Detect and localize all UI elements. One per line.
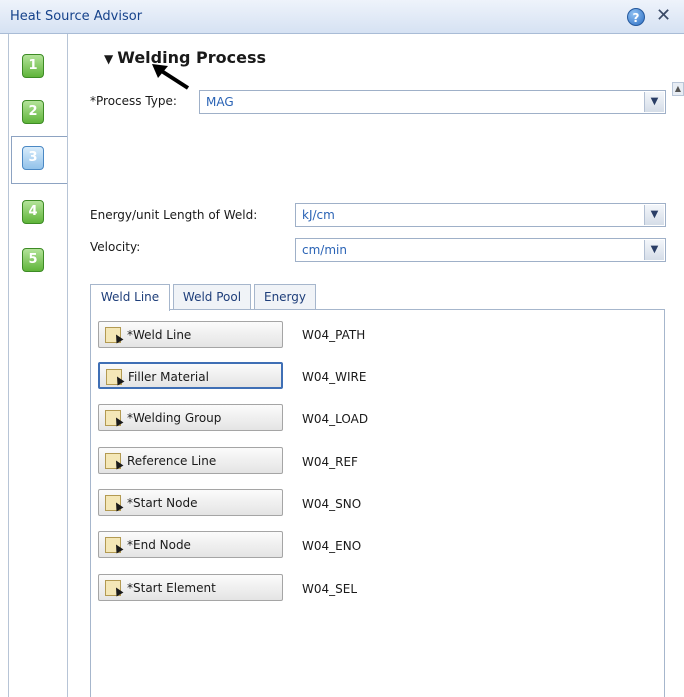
pick-value: W04_PATH [302,328,366,342]
velocity-unit-select[interactable]: cm/min ▼ [295,238,666,262]
help-icon[interactable]: ? [627,8,645,26]
pick-button-label: Filler Material [128,370,209,384]
pick-button-label: Reference Line [127,454,217,468]
expander-triangle-icon: ▼ [104,52,114,66]
pick-value: W04_SEL [302,582,358,596]
pick-cursor-icon [105,580,121,596]
velocity-label: Velocity: [90,240,141,254]
pick-cursor-icon [105,410,121,426]
pick-value: W04_SNO [302,497,362,511]
pick-cursor-icon [105,537,121,553]
pick-value: W04_REF [302,455,358,469]
tab-weld-pool[interactable]: Weld Pool [173,284,251,310]
pick-cursor-icon [105,453,121,469]
tab-energy[interactable]: Energy [254,284,316,310]
process-type-value: MAG [206,95,234,109]
tab-weld-line[interactable]: Weld Line [90,284,170,311]
filler-material-pick-button[interactable]: Filler Material [98,362,283,389]
pick-value: W04_LOAD [302,412,369,426]
welding-group-pick-button[interactable]: *Welding Group [98,404,283,431]
pick-button-label: *Weld Line [127,328,192,342]
pick-button-label: *Start Node [127,496,198,510]
process-type-select[interactable]: MAG ▼ [199,90,666,114]
energy-label: Energy/unit Length of Weld: [90,208,258,222]
pick-value: W04_WIRE [302,370,367,384]
start-element-pick-button[interactable]: *Start Element [98,574,283,601]
energy-unit-select[interactable]: kJ/cm ▼ [295,203,666,227]
weld-line-pick-button[interactable]: *Weld Line [98,321,283,348]
step-5-button[interactable]: 5 [22,248,44,272]
annotation-arrow-icon [152,64,190,90]
end-node-pick-button[interactable]: *End Node [98,531,283,558]
pick-cursor-icon [105,327,121,343]
reference-line-pick-button[interactable]: Reference Line [98,447,283,474]
step-1-button[interactable]: 1 [22,54,44,78]
pick-cursor-icon [106,369,122,385]
pick-button-label: *Welding Group [127,411,222,425]
velocity-unit-value: cm/min [302,243,347,257]
chevron-down-icon[interactable]: ▼ [644,240,664,260]
scroll-up-icon[interactable]: ▲ [672,82,684,96]
chevron-down-icon[interactable]: ▼ [644,92,664,112]
start-node-pick-button[interactable]: *Start Node [98,489,283,516]
chevron-down-icon[interactable]: ▼ [644,205,664,225]
energy-unit-value: kJ/cm [302,208,335,222]
close-icon[interactable]: ✕ [656,5,671,27]
step-3-button[interactable]: 3 [22,146,44,170]
step-4-button[interactable]: 4 [22,200,44,224]
pick-button-label: *End Node [127,538,191,552]
step-2-button[interactable]: 2 [22,100,44,124]
pick-value: W04_ENO [302,539,362,553]
pick-cursor-icon [105,495,121,511]
process-type-label: *Process Type: [90,94,177,108]
step-bar: 1 2 3 4 5 [8,34,68,697]
pick-button-label: *Start Element [127,581,216,595]
title-bar: Heat Source Advisor ? ✕ [0,0,684,34]
window-title: Heat Source Advisor [10,9,143,24]
